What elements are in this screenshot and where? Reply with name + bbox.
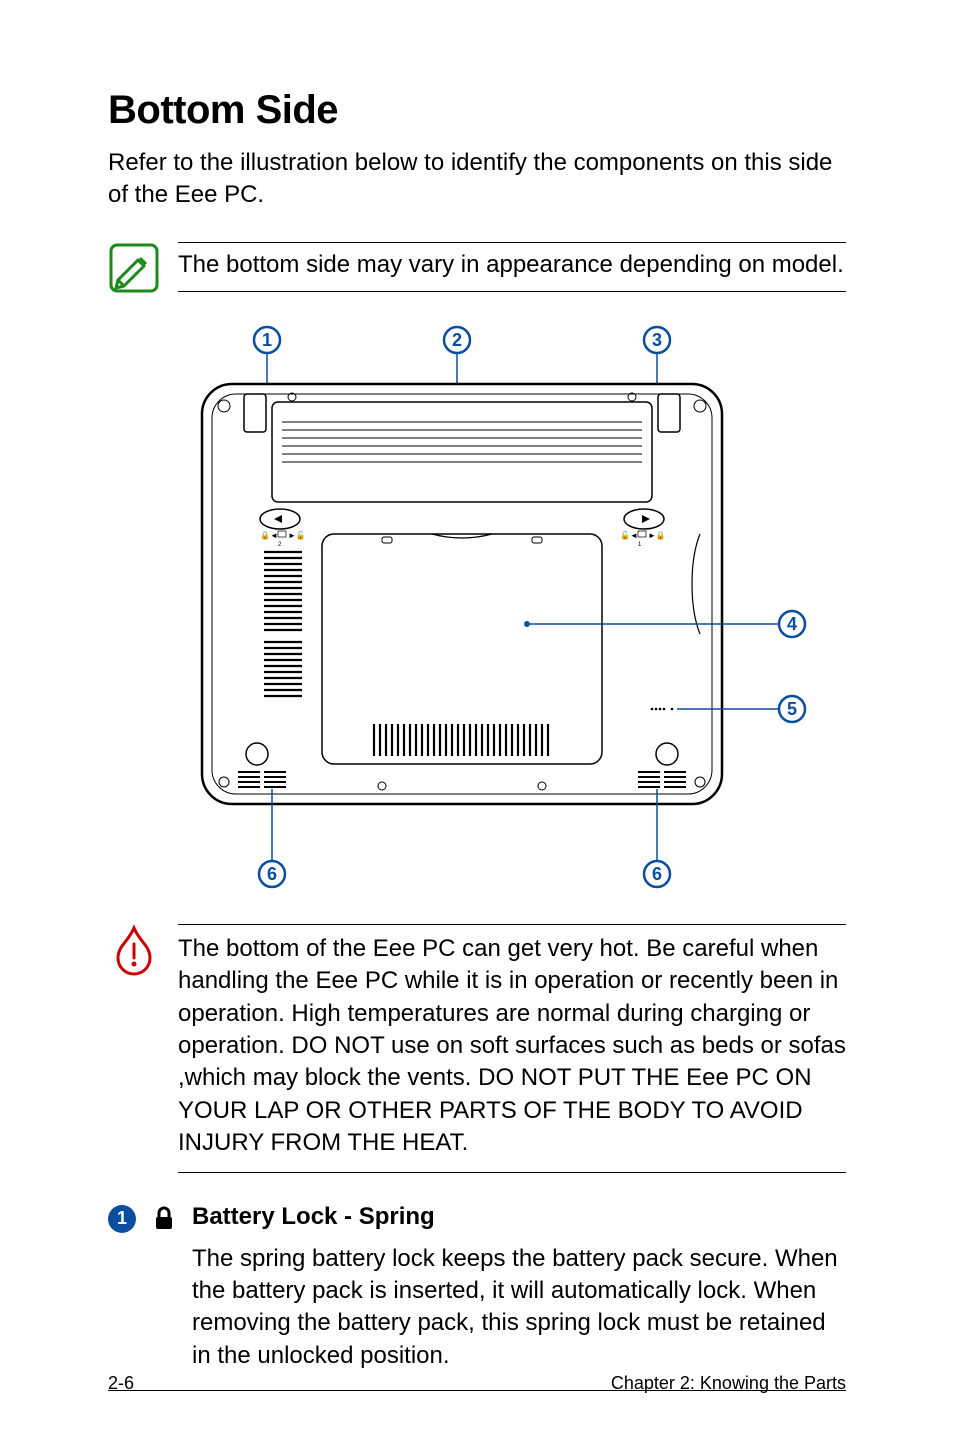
item-1-block: 1 Battery Lock - Spring The spring batte…: [108, 1203, 846, 1392]
warning-icon: [108, 924, 160, 976]
svg-text:1: 1: [262, 330, 272, 350]
warning-block: The bottom of the Eee PC can get very ho…: [108, 924, 846, 1173]
item-1-number: 1: [108, 1205, 136, 1233]
intro-text: Refer to the illustration below to ident…: [108, 147, 846, 212]
svg-text:🔓◄: 🔓◄: [620, 530, 638, 540]
device-outline: 🔒◄►🔓 2 🔓◄►🔒 1: [202, 384, 722, 804]
footer-page-number: 2-6: [108, 1373, 134, 1394]
svg-text:2: 2: [452, 330, 462, 350]
note-block: The bottom side may vary in appearance d…: [108, 242, 846, 294]
svg-text:🔒◄: 🔒◄: [260, 531, 278, 540]
svg-text:5: 5: [787, 699, 797, 719]
item-1-desc: The spring battery lock keeps the batter…: [192, 1243, 846, 1373]
note-icon: [108, 242, 160, 294]
page-title: Bottom Side: [108, 88, 846, 133]
bottom-side-diagram: 1 2 3: [108, 324, 846, 894]
svg-text:3: 3: [652, 330, 662, 350]
svg-text:4: 4: [787, 614, 797, 634]
svg-text:6: 6: [652, 864, 662, 884]
svg-text:►🔒: ►🔒: [648, 531, 666, 540]
footer-chapter: Chapter 2: Knowing the Parts: [611, 1373, 846, 1394]
item-1-title: Battery Lock - Spring: [192, 1203, 846, 1231]
svg-text:6: 6: [267, 864, 277, 884]
note-text: The bottom side may vary in appearance d…: [178, 249, 846, 281]
page-footer: 2-6 Chapter 2: Knowing the Parts: [108, 1373, 846, 1394]
lock-icon: [150, 1205, 178, 1233]
svg-text:►🔓: ►🔓: [288, 530, 306, 540]
warning-text: The bottom of the Eee PC can get very ho…: [178, 933, 846, 1160]
